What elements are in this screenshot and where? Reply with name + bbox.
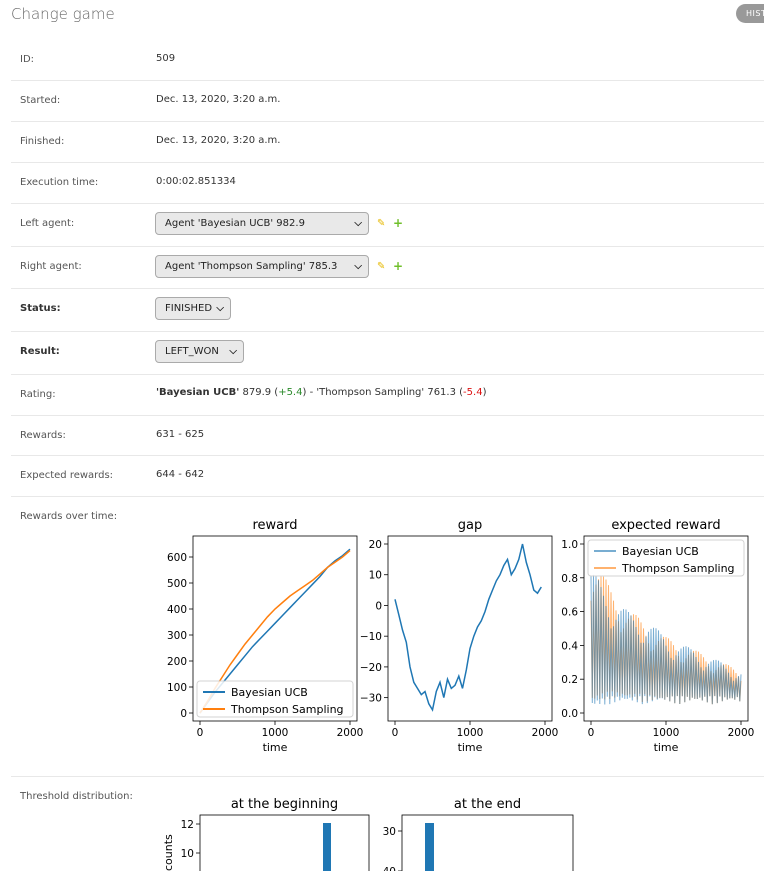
field-row-rewards-over-time: Rewards over time:	[11, 497, 764, 777]
finished-label: Finished:	[20, 136, 65, 147]
field-row-expected-rewards: Expected rewards: 644 - 642	[11, 456, 764, 497]
rating-left-delta: +5.4	[278, 387, 303, 398]
field-row-status: Status: FINISHED ⌵	[11, 289, 764, 332]
result-select[interactable]: LEFT_WON ⌵	[155, 340, 244, 363]
rewards-value: 631 - 625	[156, 429, 205, 440]
field-row-rating: Rating: 'Bayesian UCB' 879.9 (+5.4) - 'T…	[11, 375, 764, 416]
finished-value: Dec. 13, 2020, 3:20 a.m.	[156, 135, 281, 146]
expected-rewards-value: 644 - 642	[156, 469, 205, 480]
left-agent-label: Left agent:	[20, 218, 75, 229]
field-row-started: Started: Dec. 13, 2020, 3:20 a.m.	[11, 81, 764, 122]
right-agent-select-value: Agent 'Thompson Sampling' 785.3	[165, 261, 338, 272]
chevron-down-icon: ⌵	[216, 303, 224, 314]
rating-left-value: 879.9 (	[239, 387, 279, 398]
field-row-result: Result: LEFT_WON ⌵	[11, 332, 764, 375]
result-label: Result:	[20, 346, 60, 357]
execution-time-label: Execution time:	[20, 177, 99, 188]
field-row-finished: Finished: Dec. 13, 2020, 3:20 a.m.	[11, 122, 764, 163]
field-row-left-agent: Left agent: Agent 'Bayesian UCB' 982.9 ⌵…	[11, 204, 764, 247]
execution-time-value: 0:00:02.851334	[156, 176, 236, 187]
expected-rewards-label: Expected rewards:	[20, 470, 114, 481]
chevron-down-icon: ⌵	[354, 218, 362, 229]
chevron-down-icon: ⌵	[354, 261, 362, 272]
right-agent-label: Right agent:	[20, 261, 82, 272]
field-row-rewards: Rewards: 631 - 625	[11, 416, 764, 456]
field-row-threshold-distribution: Threshold distribution:	[11, 777, 764, 871]
edit-pencil-icon[interactable]: ✎	[377, 218, 385, 229]
started-label: Started:	[20, 95, 61, 106]
history-button[interactable]: HISTORY	[736, 4, 764, 23]
field-row-right-agent: Right agent: Agent 'Thompson Sampling' 7…	[11, 247, 764, 289]
add-plus-icon[interactable]: +	[393, 216, 403, 230]
rating-end: )	[482, 387, 487, 398]
threshold-distribution-label: Threshold distribution:	[20, 791, 133, 802]
left-agent-select-value: Agent 'Bayesian UCB' 982.9	[165, 218, 305, 229]
started-value: Dec. 13, 2020, 3:20 a.m.	[156, 94, 281, 105]
status-select[interactable]: FINISHED ⌵	[155, 297, 231, 320]
field-row-id: ID: 509	[11, 38, 764, 81]
rewards-over-time-label: Rewards over time:	[20, 511, 118, 522]
add-plus-icon[interactable]: +	[393, 259, 403, 273]
left-agent-select[interactable]: Agent 'Bayesian UCB' 982.9 ⌵	[155, 212, 369, 235]
rating-separator: ) - 'Thompson Sampling' 761.3 (	[302, 387, 464, 398]
result-select-value: LEFT_WON	[165, 346, 219, 357]
status-select-value: FINISHED	[165, 303, 213, 314]
chevron-down-icon: ⌵	[229, 346, 237, 357]
rating-right-delta: -5.4	[463, 387, 483, 398]
id-value: 509	[156, 53, 176, 64]
rating-label: Rating:	[20, 389, 56, 400]
rewards-label: Rewards:	[20, 430, 66, 441]
id-label: ID:	[20, 54, 35, 65]
page-title: Change game	[11, 5, 115, 23]
edit-pencil-icon[interactable]: ✎	[377, 261, 385, 272]
field-row-execution-time: Execution time: 0:00:02.851334	[11, 163, 764, 204]
status-label: Status:	[20, 303, 61, 314]
rating-value: 'Bayesian UCB' 879.9 (+5.4) - 'Thompson …	[156, 387, 486, 398]
rating-left-name: 'Bayesian UCB'	[156, 387, 240, 398]
right-agent-select[interactable]: Agent 'Thompson Sampling' 785.3 ⌵	[155, 255, 369, 278]
